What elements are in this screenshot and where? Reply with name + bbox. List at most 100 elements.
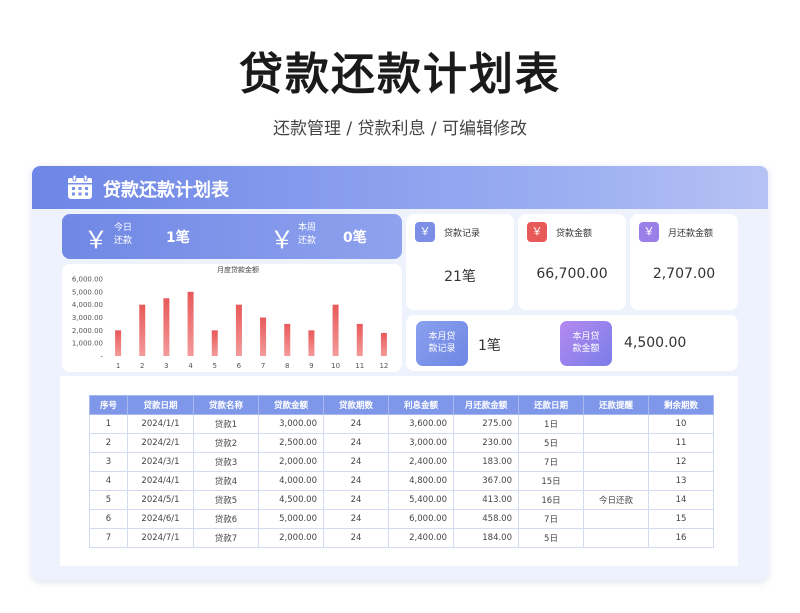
stat-label: 贷款金额 [556, 229, 593, 239]
table-row: 2 2024/2/1 贷款2 2,500.00 24 3,000.00 230.00 5日 11 [89, 433, 714, 453]
x-tick-label: 8 [285, 362, 289, 370]
page-title: 贷款还款计划表 [239, 49, 561, 100]
table-row: 7 2024/7/1 贷款7 2,000.00 24 2,400.00 184.00 5日 16 [89, 528, 714, 548]
chart-bar [211, 330, 218, 356]
table-cell: 5,400.00 [388, 490, 454, 510]
x-tick-label: 3 [164, 362, 168, 370]
table-cell [583, 528, 649, 548]
table-row: 1 2024/1/1 贷款1 3,000.00 24 3,600.00 275.00 1日 10 [89, 414, 714, 434]
chart-bar [187, 291, 194, 356]
table-cell: 2024/6/1 [127, 509, 194, 529]
y-tick-label: 4,000.00 [72, 301, 103, 309]
table-cell: 7 [89, 528, 128, 548]
yen-icon: ￥ [84, 226, 108, 254]
table-cell: 16日 [518, 490, 584, 510]
table-cell: 24 [323, 414, 389, 434]
bar-chart: 月度贷款金额 6,000.00 5,000.00 4,000.00 3,000.00 2… [72, 265, 389, 370]
stat-loan-amount: ￥ 贷款金额 66,700.00 [518, 214, 626, 310]
chart-bar [380, 332, 387, 356]
table-cell: 2,000.00 [258, 528, 324, 548]
loan-table: 序号 贷款日期 贷款名称 贷款金额 贷款期数 利息金额 月还款金额 还款日期 还… [89, 395, 714, 548]
table-cell: 4,000.00 [258, 471, 324, 491]
today-label-line2: 还款 [114, 236, 133, 246]
y-tick-label: - [100, 353, 103, 361]
table-cell: 2,000.00 [258, 452, 324, 472]
month-amount-label-line2: 款金额 [572, 344, 600, 354]
stat-label: 月还款金额 [668, 229, 714, 239]
week-label-line1: 本周 [298, 223, 317, 233]
table-cell: 16 [648, 528, 714, 548]
table-cell: 24 [323, 452, 389, 472]
x-tick-label: 11 [355, 362, 364, 370]
week-value: 0笔 [343, 230, 367, 246]
chart-bar [115, 330, 122, 356]
table-cell: 5,000.00 [258, 509, 324, 529]
page-subtitle: 还款管理 / 贷款利息 / 可编辑修改 [272, 119, 528, 139]
table-cell: 贷款7 [193, 528, 259, 548]
table-cell: 2024/4/1 [127, 471, 194, 491]
today-label-line1: 今日 [114, 223, 133, 233]
table-header-row: 序号 贷款日期 贷款名称 贷款金额 贷款期数 利息金额 月还款金额 还款日期 还… [89, 395, 714, 415]
x-tick-label: 7 [261, 362, 265, 370]
chart-bar [235, 304, 242, 356]
table-cell: 275.00 [453, 414, 519, 434]
col-header: 利息金额 [388, 395, 454, 415]
table-cell: 24 [323, 528, 389, 548]
table-cell: 2,400.00 [388, 528, 454, 548]
stat-monthly-repayment: ￥ 月还款金额 2,707.00 [630, 214, 738, 310]
table-cell: 贷款4 [193, 471, 259, 491]
table-cell: 6,000.00 [388, 509, 454, 529]
table-cell [583, 433, 649, 453]
monthly-loan-chart: 月度贷款金额 6,000.00 5,000.00 4,000.00 3,000.00 2… [62, 264, 402, 372]
col-header: 剩余期数 [648, 395, 714, 415]
table-cell: 3,000.00 [388, 433, 454, 453]
table-cell: 今日还款 [583, 490, 649, 510]
table-cell: 13 [648, 471, 714, 491]
col-header: 序号 [89, 395, 128, 415]
chart-bar [260, 317, 267, 356]
col-header: 还款日期 [518, 395, 584, 415]
table-cell: 贷款1 [193, 414, 259, 434]
col-header: 月还款金额 [453, 395, 519, 415]
y-tick-label: 5,000.00 [72, 288, 103, 296]
week-label-line2: 还款 [298, 236, 317, 246]
chart-bar [139, 304, 146, 356]
table-cell: 2 [89, 433, 128, 453]
table-cell: 2024/7/1 [127, 528, 194, 548]
table-cell: 5日 [518, 528, 584, 548]
table-cell: 24 [323, 490, 389, 510]
table-cell: 230.00 [453, 433, 519, 453]
col-header: 还款提醒 [583, 395, 649, 415]
x-tick-label: 6 [237, 362, 242, 370]
table-cell: 贷款3 [193, 452, 259, 472]
card-header: 贷款还款计划表 [32, 166, 768, 209]
table-cell: 458.00 [453, 509, 519, 529]
table-cell [583, 452, 649, 472]
x-tick-label: 9 [309, 362, 313, 370]
table-cell: 184.00 [453, 528, 519, 548]
table-cell: 2,400.00 [388, 452, 454, 472]
stat-value: 66,700.00 [536, 266, 608, 282]
yen-icon: ￥ [527, 222, 547, 242]
table-cell: 11 [648, 433, 714, 453]
month-amount-badge: 本月贷 款金额 [560, 321, 612, 366]
table-cell: 14 [648, 490, 714, 510]
chart-title: 月度贷款金额 [217, 265, 259, 274]
month-records-badge: 本月贷 款记录 [416, 321, 468, 366]
col-header: 贷款金额 [258, 395, 324, 415]
month-records-label-line2: 款记录 [428, 344, 456, 354]
table-cell: 24 [323, 509, 389, 529]
stat-value: 21笔 [444, 269, 476, 285]
y-tick-label: 2,000.00 [72, 327, 103, 335]
repayment-summary-panel: ￥ 今日 还款 1笔 ￥ 本周 还款 0笔 [62, 214, 402, 259]
stat-value: 2,707.00 [652, 266, 716, 282]
x-tick-label: 12 [379, 362, 388, 370]
y-tick-label: 6,000.00 [72, 276, 103, 284]
x-tick-label: 1 [116, 362, 120, 370]
month-records-label-line1: 本月贷 [428, 332, 456, 342]
table-cell: 1日 [518, 414, 584, 434]
dashboard-card: 贷款还款计划表 ￥ 今日 还款 1笔 ￥ 本周 还款 0笔 月度贷款金额 6,0… [32, 166, 768, 580]
stat-loan-records: ￥ 贷款记录 21笔 [406, 214, 514, 310]
table-cell: 7日 [518, 509, 584, 529]
chart-bar [356, 323, 363, 356]
